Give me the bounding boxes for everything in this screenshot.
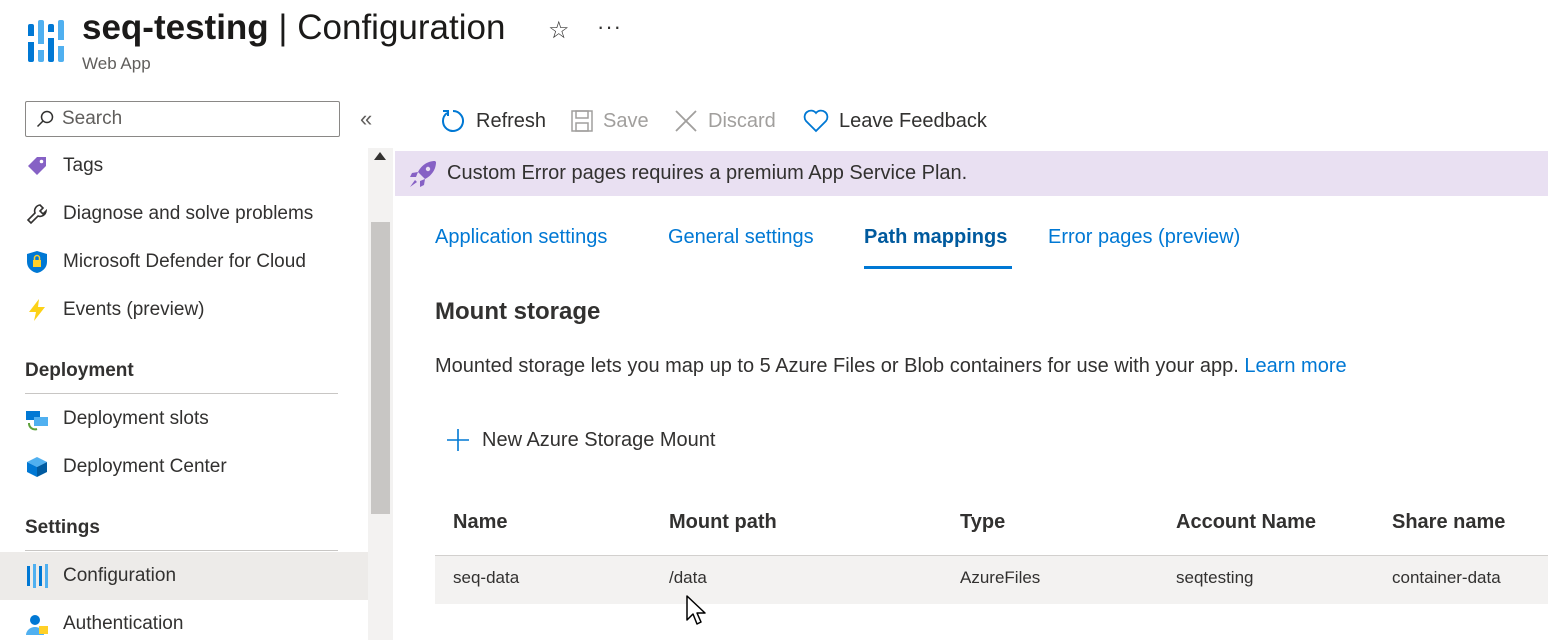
section-divider [25, 550, 338, 551]
column-header-mount-path[interactable]: Mount path [669, 511, 777, 534]
save-icon [571, 110, 593, 132]
resource-name: seq-testing [82, 8, 269, 47]
tab-general-settings[interactable]: General settings [668, 226, 814, 249]
discard-button[interactable]: Discard [674, 104, 776, 138]
config-bars-icon [24, 563, 50, 589]
sidebar-item-deployment-slots[interactable]: Deployment slots [0, 395, 368, 443]
slots-icon [24, 406, 50, 432]
close-icon [675, 110, 697, 132]
refresh-label: Refresh [476, 109, 547, 132]
favorite-star-icon[interactable]: ☆ [548, 16, 570, 45]
wrench-icon [24, 201, 50, 227]
save-button[interactable]: Save [571, 104, 649, 138]
cell-mount-path: /data [669, 568, 707, 587]
page-name: Configuration [297, 8, 506, 47]
mouse-cursor-icon [686, 595, 708, 632]
new-azure-storage-mount-button[interactable]: New Azure Storage Mount [446, 424, 715, 456]
title-separator: | [268, 8, 298, 47]
learn-more-link[interactable]: Learn more [1244, 355, 1346, 377]
column-header-type[interactable]: Type [960, 511, 1005, 534]
active-tab-indicator [864, 266, 1012, 269]
sidebar-item-label: Diagnose and solve problems [63, 203, 314, 224]
sidebar-item-label: Configuration [63, 565, 177, 586]
cell-name: seq-data [453, 568, 520, 587]
page-title: seq-testing | Configuration [82, 8, 505, 48]
rocket-icon [410, 160, 436, 187]
plus-icon [447, 429, 469, 451]
tag-icon [24, 153, 50, 179]
app-service-logo-icon [28, 20, 64, 62]
cube-icon [24, 454, 50, 480]
shield-icon [24, 249, 50, 275]
leave-feedback-button[interactable]: Leave Feedback [803, 104, 987, 138]
cell-share-name: container-data [1392, 568, 1501, 587]
search-input[interactable] [62, 108, 322, 130]
section-settings: Settings [25, 517, 100, 538]
section-title: Mount storage [435, 298, 601, 325]
banner-text: Custom Error pages requires a premium Ap… [447, 162, 968, 184]
sidebar-item-tags[interactable]: Tags [0, 142, 368, 190]
section-divider [25, 393, 338, 394]
sidebar-item-label: Deployment Center [63, 456, 227, 477]
sidebar-item-label: Events (preview) [63, 299, 205, 320]
save-label: Save [603, 109, 649, 132]
sidebar-item-events[interactable]: Events (preview) [0, 286, 368, 334]
discard-label: Discard [708, 109, 776, 132]
sidebar-search-box[interactable] [25, 101, 340, 137]
feedback-label: Leave Feedback [839, 109, 987, 132]
refresh-icon [442, 110, 464, 132]
resource-type-subtitle: Web App [82, 54, 151, 73]
premium-plan-banner: Custom Error pages requires a premium Ap… [395, 151, 1548, 196]
scroll-up-arrow-icon[interactable] [374, 152, 386, 160]
refresh-button[interactable]: Refresh [440, 104, 546, 138]
more-options-icon[interactable]: ··· [597, 14, 622, 40]
column-header-share-name[interactable]: Share name [1392, 511, 1505, 534]
tab-path-mappings[interactable]: Path mappings [864, 226, 1007, 249]
sidebar-item-authentication[interactable]: Authentication [0, 600, 368, 640]
sidebar-item-label: Authentication [63, 613, 184, 634]
new-mount-label: New Azure Storage Mount [482, 428, 716, 451]
sidebar-item-deployment-center[interactable]: Deployment Center [0, 443, 368, 491]
column-header-name[interactable]: Name [453, 511, 507, 534]
sidebar-item-configuration[interactable]: Configuration [0, 552, 368, 600]
sidebar-item-diagnose[interactable]: Diagnose and solve problems [0, 190, 368, 238]
mount-description: Mounted storage lets you map up to 5 Azu… [435, 355, 1347, 378]
user-icon [24, 611, 50, 637]
lightning-icon [24, 297, 50, 323]
scrollbar-thumb[interactable] [371, 222, 390, 514]
sidebar-item-label: Tags [63, 155, 104, 176]
tab-error-pages[interactable]: Error pages (preview) [1048, 226, 1240, 249]
column-header-account-name[interactable]: Account Name [1176, 511, 1316, 534]
section-deployment: Deployment [25, 360, 134, 381]
tab-application-settings[interactable]: Application settings [435, 226, 607, 249]
sidebar-item-defender[interactable]: Microsoft Defender for Cloud [0, 238, 368, 286]
heart-icon [803, 109, 829, 133]
sidebar-item-label: Microsoft Defender for Cloud [63, 251, 306, 272]
collapse-sidebar-icon[interactable]: « [360, 106, 372, 132]
description-text: Mounted storage lets you map up to 5 Azu… [435, 355, 1239, 377]
sidebar-item-label: Deployment slots [63, 408, 209, 429]
search-icon [36, 110, 54, 128]
cell-type: AzureFiles [960, 568, 1041, 587]
cell-account-name: seqtesting [1176, 568, 1254, 587]
